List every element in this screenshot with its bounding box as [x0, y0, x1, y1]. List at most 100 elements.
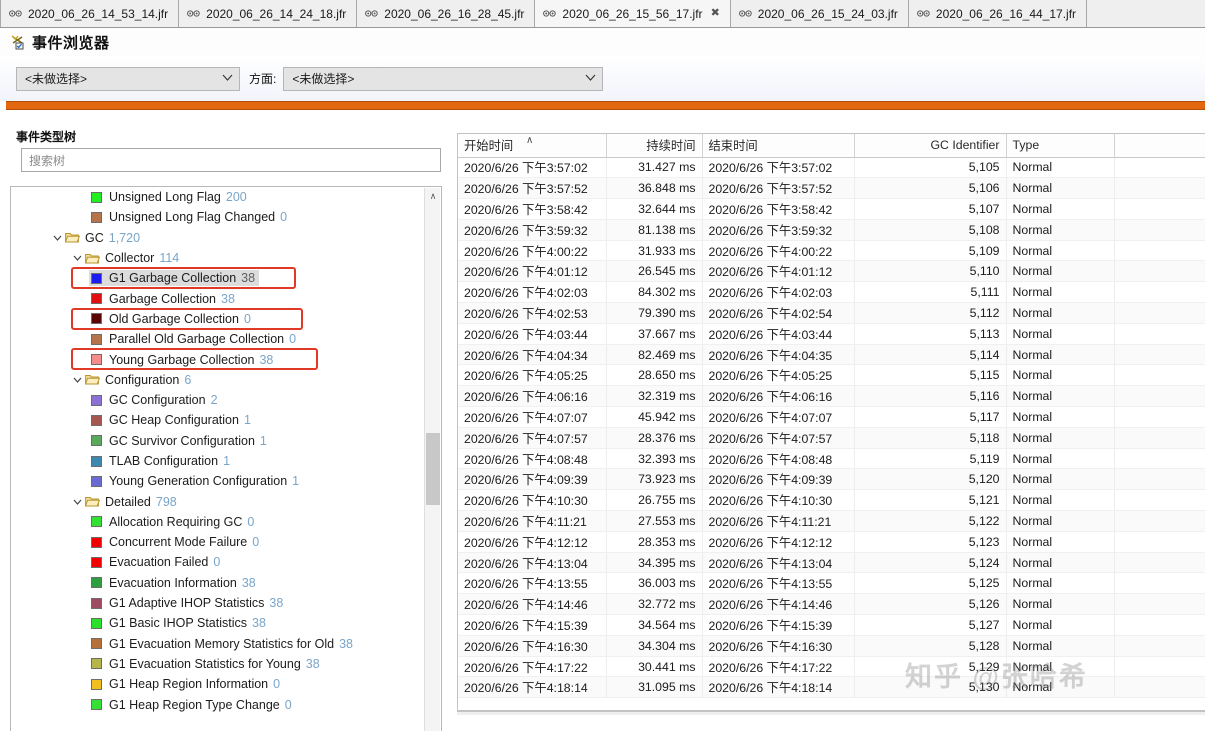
editor-tab[interactable]: 2020_06_26_16_28_45.jfr: [357, 0, 536, 27]
table-row[interactable]: 2020/6/26 下午4:11:21 27.553 ms 2020/6/26 下午…: [458, 510, 1205, 532]
table-cell-duration: 34.564 ms: [606, 614, 703, 636]
table-row[interactable]: 2020/6/26 下午4:04:34 82.469 ms 2020/6/26 下午…: [458, 344, 1205, 366]
table-column-header[interactable]: GC Identifier: [854, 134, 1007, 158]
table-cell-start: 2020/6/26 下午3:57:52: [458, 177, 607, 200]
tree-item[interactable]: Concurrent Mode Failure 0: [11, 532, 424, 552]
table-row[interactable]: 2020/6/26 下午4:00:22 31.933 ms 2020/6/26 下午…: [458, 240, 1205, 262]
table-column-header[interactable]: 持续时间: [606, 134, 703, 158]
close-icon[interactable]: ✖: [711, 8, 720, 19]
tree-item[interactable]: Young Garbage Collection 38: [11, 349, 424, 369]
tree-item[interactable]: G1 Heap Region Information 0: [11, 674, 424, 694]
tree-item[interactable]: Detailed 798: [11, 491, 424, 511]
table-row[interactable]: 2020/6/26 下午4:02:03 84.302 ms 2020/6/26 下午…: [458, 281, 1205, 304]
table-column-header[interactable]: Type: [1006, 134, 1115, 158]
table-row[interactable]: 2020/6/26 下午4:07:07 45.942 ms 2020/6/26 下午…: [458, 406, 1205, 428]
tree-item[interactable]: G1 Evacuation Statistics for Young 38: [11, 654, 424, 674]
tree-item[interactable]: TLAB Configuration 1: [11, 451, 424, 471]
scroll-up-arrow-icon[interactable]: ∧: [425, 188, 441, 204]
table-row[interactable]: 2020/6/26 下午4:03:44 37.667 ms 2020/6/26 下午…: [458, 323, 1205, 345]
scrollbar-thumb[interactable]: [426, 433, 440, 505]
table-row[interactable]: 2020/6/26 下午4:09:39 73.923 ms 2020/6/26 下午…: [458, 468, 1205, 491]
table-row[interactable]: 2020/6/26 下午4:13:04 34.395 ms 2020/6/26 下午…: [458, 552, 1205, 574]
tree-item[interactable]: Unsigned Long Flag Changed 0: [11, 207, 424, 227]
table-row[interactable]: 2020/6/26 下午4:06:16 32.319 ms 2020/6/26 下午…: [458, 385, 1205, 408]
table-bottom-edge: [457, 711, 1205, 715]
table-row[interactable]: 2020/6/26 下午3:57:02 31.427 ms 2020/6/26 下午…: [458, 157, 1205, 179]
table-row[interactable]: 2020/6/26 下午4:14:46 32.772 ms 2020/6/26 下午…: [458, 593, 1205, 616]
chevron-down-icon[interactable]: [71, 496, 83, 508]
table-cell-extra: [1114, 344, 1205, 366]
tree-item[interactable]: Evacuation Failed 0: [11, 552, 424, 572]
editor-tab[interactable]: 2020_06_26_15_24_03.jfr: [730, 0, 909, 27]
tree-item-label: G1 Adaptive IHOP Statistics: [109, 596, 265, 611]
tree-item-count: 0: [284, 697, 292, 712]
table-row[interactable]: 2020/6/26 下午4:12:12 28.353 ms 2020/6/26 下午…: [458, 531, 1205, 553]
tree-item[interactable]: Parallel Old Garbage Collection 0: [11, 329, 424, 349]
table-row[interactable]: 2020/6/26 下午4:07:57 28.376 ms 2020/6/26 下午…: [458, 427, 1205, 449]
editor-tab[interactable]: 2020_06_26_16_44_17.jfr: [908, 0, 1088, 27]
tree-item[interactable]: GC 1,720: [11, 228, 424, 248]
table-row[interactable]: 2020/6/26 下午4:08:48 32.393 ms 2020/6/26 下午…: [458, 448, 1205, 470]
event-color-swatch: [91, 556, 102, 568]
event-browser-icon: [10, 34, 27, 51]
chevron-down-icon[interactable]: [51, 232, 63, 244]
table-cell-extra: [1114, 468, 1205, 491]
tree-item-content: Allocation Requiring GC 0: [89, 514, 258, 530]
tree-item[interactable]: G1 Basic IHOP Statistics 38: [11, 613, 424, 633]
tree-item[interactable]: Allocation Requiring GC 0: [11, 512, 424, 532]
table-row[interactable]: 2020/6/26 下午4:10:30 26.755 ms 2020/6/26 下午…: [458, 489, 1205, 512]
table-column-header[interactable]: [1114, 134, 1205, 158]
chevron-down-icon[interactable]: [71, 374, 83, 386]
tree-item[interactable]: Collector 114: [11, 248, 424, 268]
table-row[interactable]: 2020/6/26 下午4:16:30 34.304 ms 2020/6/26 下午…: [458, 635, 1205, 657]
tree-item[interactable]: Configuration 6: [11, 370, 424, 390]
table-cell-extra: [1114, 260, 1205, 283]
table-column-header-label: 开始时间: [464, 139, 514, 154]
table-column-header[interactable]: 开始时间 ∧: [458, 134, 607, 158]
tree-item[interactable]: Old Garbage Collection 0: [11, 309, 424, 329]
tree-item[interactable]: G1 Garbage Collection 38: [11, 268, 424, 288]
table-row[interactable]: 2020/6/26 下午4:01:12 26.545 ms 2020/6/26 下午…: [458, 260, 1205, 283]
tree-item[interactable]: Garbage Collection 38: [11, 288, 424, 308]
tree-item[interactable]: Young Generation Configuration 1: [11, 471, 424, 491]
tree-item[interactable]: GC Configuration 2: [11, 390, 424, 410]
tree-item[interactable]: GC Survivor Configuration 1: [11, 431, 424, 451]
tree-viewport[interactable]: Unsigned Long Flag 200 Unsigned Long Flag …: [11, 187, 424, 731]
tree-item[interactable]: Evacuation Information 38: [11, 573, 424, 593]
tree-item[interactable]: Unsigned Long Flag 200: [11, 187, 424, 207]
table-row[interactable]: 2020/6/26 下午3:58:42 32.644 ms 2020/6/26 下午…: [458, 198, 1205, 220]
tree-item[interactable]: G1 Evacuation Memory Statistics for Old 3…: [11, 634, 424, 654]
table-column-header[interactable]: 结束时间: [702, 134, 855, 158]
table-row[interactable]: 2020/6/26 下午3:59:32 81.138 ms 2020/6/26 下午…: [458, 219, 1205, 241]
table-row[interactable]: 2020/6/26 下午4:02:53 79.390 ms 2020/6/26 下午…: [458, 302, 1205, 324]
tree-item-count: 798: [155, 494, 177, 509]
editor-tab[interactable]: 2020_06_26_14_24_18.jfr: [179, 0, 358, 27]
table-cell-start: 2020/6/26 下午3:57:02: [458, 157, 607, 179]
facet-dropdown[interactable]: <未做选择>: [283, 66, 604, 91]
editor-tab[interactable]: 2020_06_26_14_53_14.jfr: [0, 0, 180, 27]
tree-item[interactable]: GC Heap Configuration 1: [11, 410, 424, 430]
table-cell-end: 2020/6/26 下午4:13:55: [702, 572, 855, 595]
table-cell-type: Normal: [1006, 344, 1115, 366]
table-row[interactable]: 2020/6/26 下午4:15:39 34.564 ms 2020/6/26 下午…: [458, 614, 1205, 636]
table-cell-duration: 28.650 ms: [606, 364, 703, 387]
table-row[interactable]: 2020/6/26 下午4:05:25 28.650 ms 2020/6/26 下午…: [458, 364, 1205, 387]
table-cell-gcid: 5,107: [854, 198, 1007, 220]
chevron-down-icon[interactable]: [71, 252, 83, 264]
table-row[interactable]: 2020/6/26 下午4:13:55 36.003 ms 2020/6/26 下午…: [458, 572, 1205, 595]
table-cell-start: 2020/6/26 下午4:03:44: [458, 323, 607, 345]
editor-tab[interactable]: 2020_06_26_15_56_17.jfr ✖: [535, 0, 731, 27]
table-row[interactable]: 2020/6/26 下午3:57:52 36.848 ms 2020/6/26 下午…: [458, 177, 1205, 200]
table-cell-start: 2020/6/26 下午4:07:07: [458, 406, 607, 428]
selection-dropdown[interactable]: <未做选择>: [16, 66, 240, 91]
tree-item-label: Allocation Requiring GC: [109, 514, 243, 529]
selection-dropdown-value: <未做选择>: [25, 72, 88, 86]
search-input[interactable]: 搜索树: [21, 148, 441, 172]
tree-vertical-scrollbar[interactable]: ∧ ∨: [424, 188, 440, 731]
table-row[interactable]: 2020/6/26 下午4:17:22 30.441 ms 2020/6/26 下午…: [458, 656, 1205, 678]
tree-item[interactable]: G1 Adaptive IHOP Statistics 38: [11, 593, 424, 613]
table-row[interactable]: 2020/6/26 下午4:18:14 31.095 ms 2020/6/26 下午…: [458, 676, 1205, 699]
event-color-swatch: [91, 617, 102, 629]
tree-item[interactable]: G1 Heap Region Type Change 0: [11, 694, 424, 714]
tree-item-count: 38: [252, 616, 266, 631]
